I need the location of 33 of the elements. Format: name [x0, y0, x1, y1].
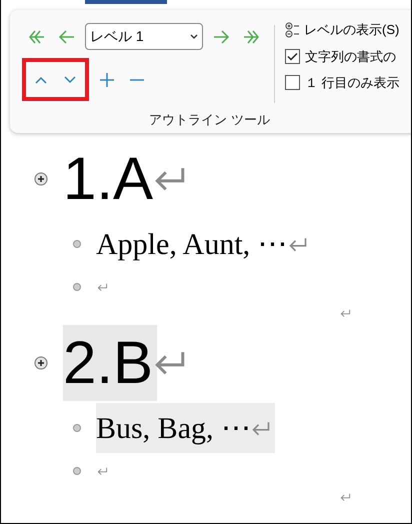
- chevron-up-icon: [34, 74, 48, 84]
- paragraph-mark-icon: [340, 492, 351, 502]
- expand-icon[interactable]: [34, 356, 48, 370]
- level-display-label[interactable]: レベルの表示(S): [304, 20, 400, 40]
- bullet-icon: [73, 240, 81, 248]
- bullet-icon: [73, 467, 81, 475]
- paragraph-mark-icon: [97, 466, 108, 476]
- outline-text: Apple, Aunt, ⋯: [96, 226, 288, 262]
- checkbox-label: １ 行目のみ表示: [305, 74, 400, 92]
- paragraph-mark-icon: [340, 308, 351, 318]
- minus-icon: [129, 78, 145, 80]
- expand-icon[interactable]: [34, 172, 48, 186]
- heading-text: 2.B: [63, 325, 158, 401]
- level-dropdown[interactable]: レベル 1: [85, 23, 203, 50]
- bullet-icon: [73, 424, 81, 432]
- paragraph-mark-icon: [251, 420, 272, 436]
- move-up-button[interactable]: [34, 74, 48, 84]
- heading-text: 1.A: [63, 144, 154, 214]
- outline-text: Bus, Bag, ⋯: [96, 410, 252, 446]
- bullet-icon: [73, 283, 81, 291]
- checkbox[interactable]: [285, 48, 300, 64]
- plus-icon: [99, 72, 115, 88]
- expand-button[interactable]: [99, 72, 115, 88]
- chevron-down-icon: [190, 34, 198, 40]
- level-display-icon: [285, 22, 301, 38]
- paragraph-mark-icon: [97, 282, 108, 292]
- paragraph-mark-icon: [288, 236, 308, 252]
- checkmark-icon: [287, 52, 298, 61]
- checkbox-label: 文字列の書式の: [305, 48, 396, 66]
- checkbox[interactable]: [285, 75, 300, 90]
- chevron-down-icon: [63, 74, 78, 84]
- group-label: アウトライン ツール: [149, 110, 270, 128]
- move-down-button[interactable]: [63, 74, 78, 84]
